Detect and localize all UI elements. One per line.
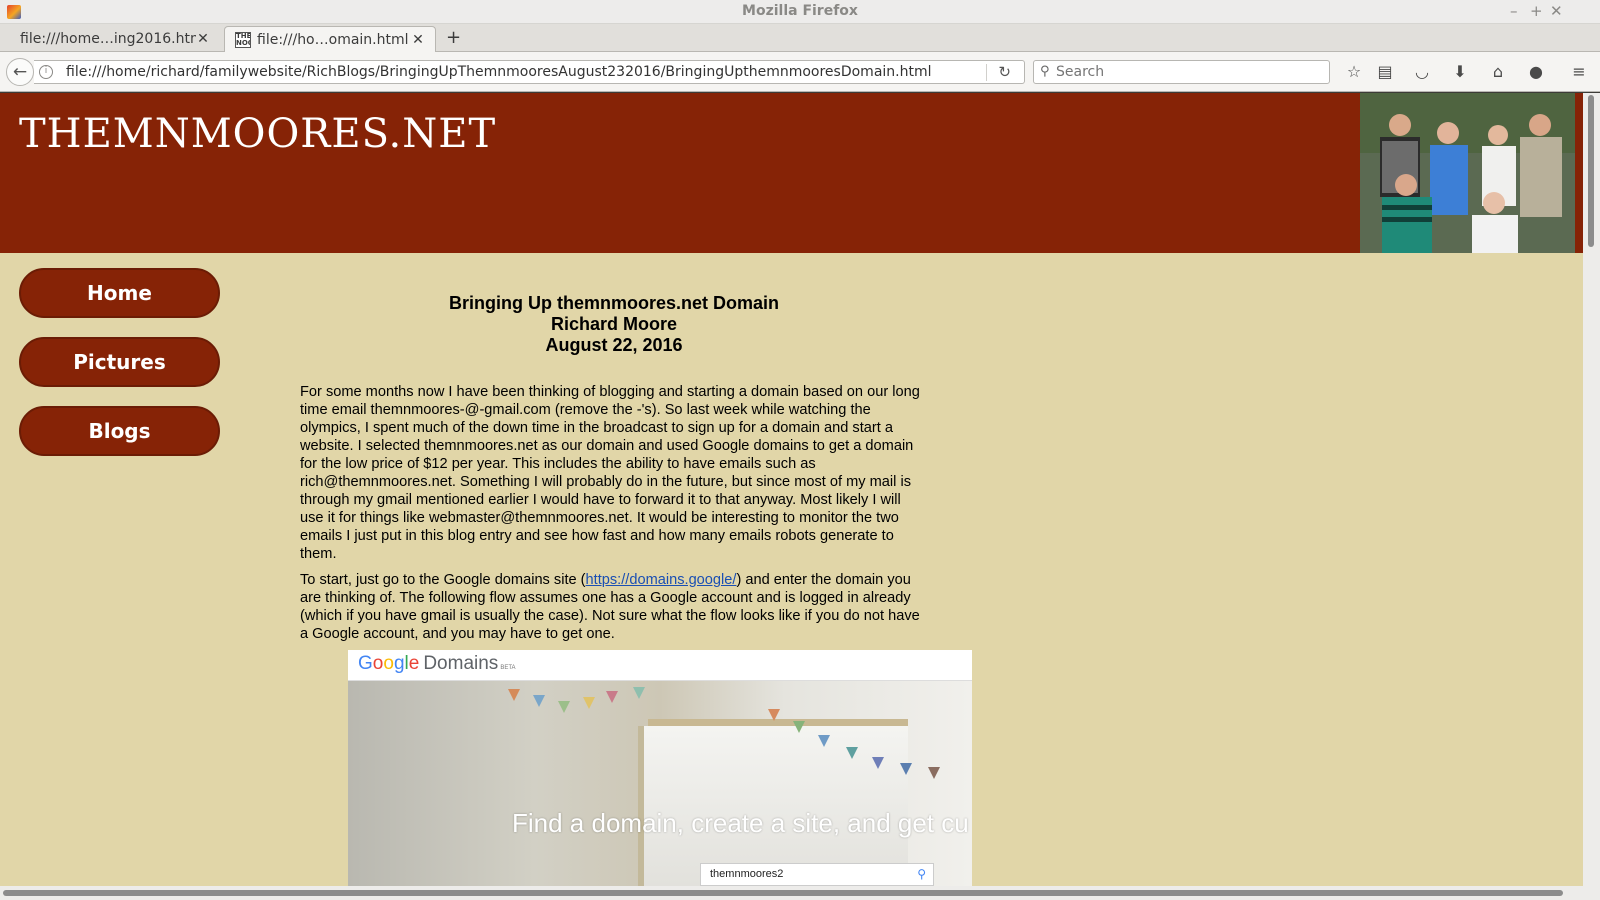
close-tab-icon[interactable]: ✕ [196,31,210,47]
google-domains-screenshot: Google Domains BETA Find a domain, create … [348,650,972,886]
home-icon[interactable]: ⌂ [1487,61,1509,83]
google-domains-logo: Google Domains BETA [358,653,516,675]
pocket-icon[interactable]: ◡ [1411,61,1433,83]
article-paragraph-2: To start, just go to the Google domains … [300,571,928,643]
window-titlebar: Mozilla Firefox – + ✕ [0,0,1600,24]
navigation-toolbar: ← i file:///home/richard/familywebsite/R… [0,52,1600,92]
family-photo-figures [1360,93,1575,253]
pennant-flag [872,757,884,769]
site-header: THEMNMOORES.NET [0,93,1583,253]
nav-blogs-button[interactable]: Blogs [19,406,220,456]
url-text[interactable]: file:///home/richard/familywebsite/RichB… [66,64,932,80]
site-title: THEMNMOORES.NET [19,111,497,157]
google-domains-header: Google Domains BETA [348,650,972,681]
domain-search-field: themnmoores2 ⚲ [700,863,934,886]
pennant-flag [583,697,595,709]
reload-icon[interactable]: ↻ [998,63,1011,81]
close-window-button[interactable]: ✕ [1550,2,1563,20]
room-scene-image: Find a domain, create a site, and get cu… [348,681,972,886]
site-favicon-icon: THE NOOR [235,31,251,48]
google-domains-tagline: Find a domain, create a site, and get cu [512,808,969,838]
logo-letter: G [358,653,373,674]
window-pane [638,726,908,886]
search-icon: ⚲ [917,867,926,881]
vertical-scrollbar[interactable] [1583,93,1600,886]
pennant-flag [846,747,858,759]
page-viewport: THEMNMOORES.NET Home Pictures Blogs Brin… [0,93,1583,886]
address-bar[interactable]: i file:///home/richard/familywebsite/Ric… [34,60,1025,84]
domain-search-query: themnmoores2 [710,868,784,880]
tab-strip: file:///home…ing2016.html ✕ THE NOOR fil… [0,24,1600,52]
google-domains-link[interactable]: https://domains.google/ [586,572,737,588]
reading-list-icon[interactable]: ▤ [1374,61,1396,83]
logo-letter: o [383,653,394,674]
scrollbar-thumb[interactable] [3,890,1563,896]
logo-product: Domains [423,653,499,674]
pennant-flag [533,695,545,707]
pennant-flag [633,687,645,699]
close-tab-icon[interactable]: ✕ [411,32,425,48]
search-box[interactable]: ⚲ [1033,60,1330,84]
tab-label: file:///ho…omain.html [257,31,409,48]
pennant-flag [900,763,912,775]
nav-pictures-button[interactable]: Pictures [19,337,220,387]
article-author: Richard Moore [550,314,678,334]
urlbar-divider [986,64,987,81]
minimize-button[interactable]: – [1510,2,1518,20]
search-input[interactable] [1056,63,1316,81]
family-photo [1360,93,1575,253]
blog-article: Bringing Up themnmoores.net Domain Richa… [300,293,928,651]
logo-letter: o [372,653,384,674]
maximize-button[interactable]: + [1530,2,1543,20]
back-arrow-icon[interactable]: ← [6,58,34,86]
bookmark-star-icon[interactable]: ☆ [1343,61,1365,83]
new-tab-icon[interactable]: + [446,27,461,48]
tab-blog-index[interactable]: file:///home…ing2016.html ✕ [10,26,220,52]
nav-home-button[interactable]: Home [19,268,220,318]
pennant-flag [793,721,805,733]
paragraph-text: To start, just go to the Google domains … [300,572,586,588]
logo-letter: e [408,653,420,674]
tab-domain-article[interactable]: THE NOOR file:///ho…omain.html ✕ [224,26,436,52]
site-info-icon[interactable]: i [39,65,53,79]
pennant-flag [928,767,940,779]
logo-letter: g [393,653,405,674]
pennant-flag [606,691,618,703]
pennant-flag [558,701,570,713]
pennant-flag [818,735,830,747]
search-icon: ⚲ [1040,64,1050,79]
download-icon[interactable]: ⬇ [1449,61,1471,83]
article-title: Bringing Up themnmoores.net Domain [448,293,779,313]
menu-icon[interactable]: ≡ [1568,61,1590,83]
horizontal-scrollbar[interactable] [0,886,1600,900]
window-title: Mozilla Firefox [742,3,858,19]
article-paragraph-1: For some months now I have been thinking… [300,384,920,562]
article-date: August 22, 2016 [545,335,683,355]
tab-label: file:///home…ing2016.html [20,31,196,47]
scrollbar-thumb[interactable] [1588,95,1594,247]
chat-icon[interactable]: ● [1525,61,1547,83]
pennant-flag [508,689,520,701]
beta-badge: BETA [500,665,516,671]
pennant-flag [768,709,780,721]
